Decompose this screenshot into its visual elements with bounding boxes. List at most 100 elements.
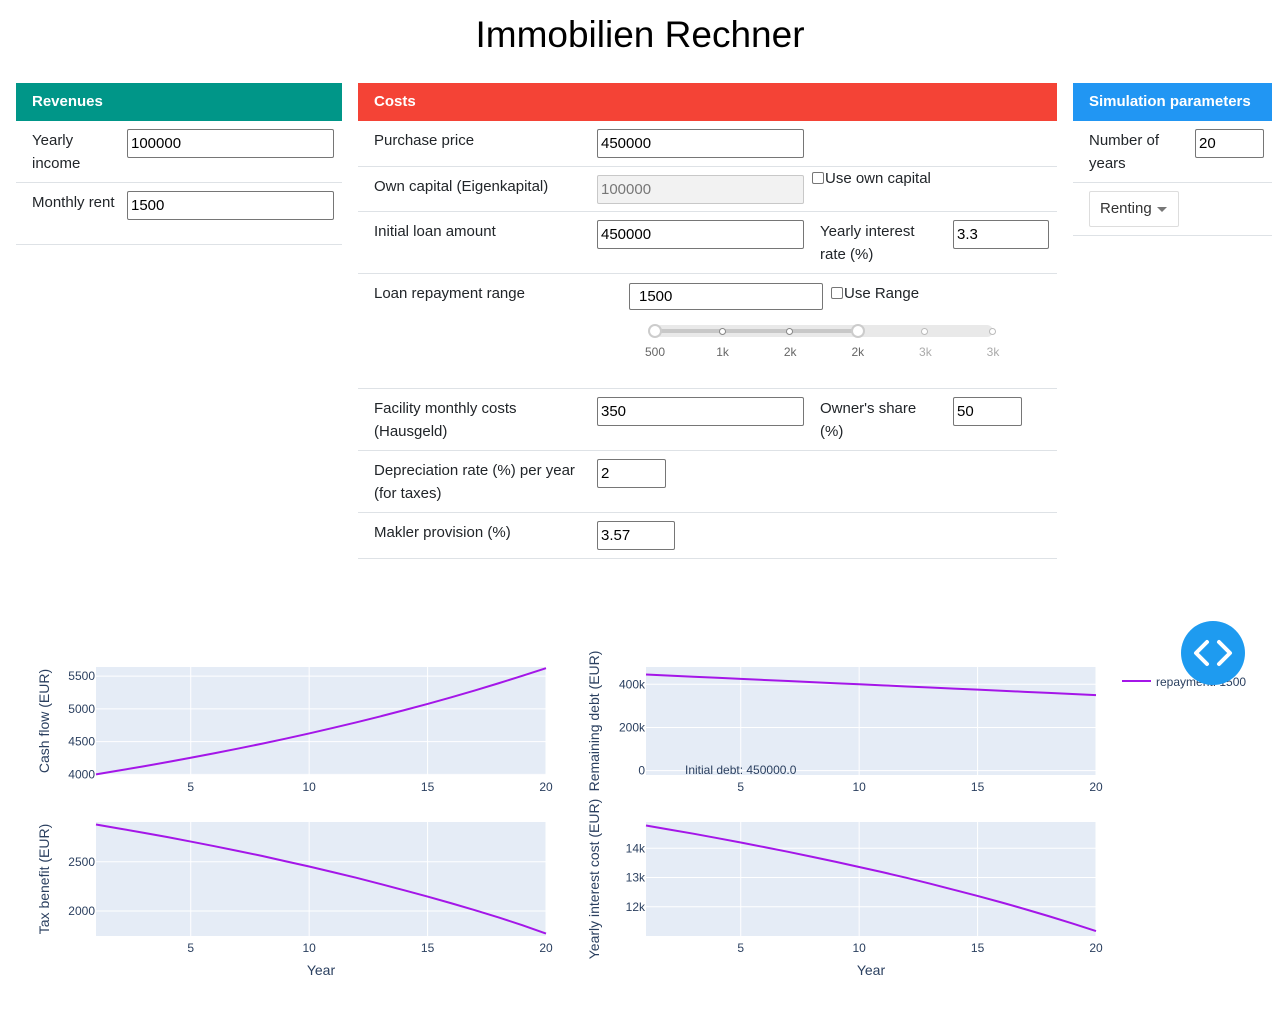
y-tick-label: 14k — [626, 841, 646, 855]
y-tick-label: 4000 — [68, 767, 95, 781]
simulation-header: Simulation parameters — [1073, 83, 1272, 121]
initial-loan-label: Initial loan amount — [374, 223, 496, 240]
monthly-rent-label: Monthly rent — [32, 194, 115, 211]
charts-area: 5 10 15 20 4000 4500 5000 5500 Cash flow (EUR) 5 1… — [36, 651, 1246, 978]
makler-row: Makler provision (%) — [358, 513, 1057, 559]
x-tick-label: 15 — [971, 941, 985, 955]
interest-rate-label: Yearly interest rate (%) — [820, 223, 915, 263]
mode-selected-value: Renting — [1100, 200, 1152, 217]
facility-costs-input[interactable] — [597, 397, 804, 426]
chart-annotation: Initial debt: 450000.0 — [685, 763, 797, 777]
x-tick-label: 5 — [187, 780, 194, 794]
y-tick-label: 12k — [626, 900, 646, 914]
plot-area — [96, 667, 546, 775]
x-axis-title: Year — [307, 962, 336, 978]
revenues-panel: Revenues Yearly income Monthly rent — [16, 83, 342, 245]
checkbox-icon[interactable] — [812, 172, 824, 184]
purchase-price-row: Purchase price — [358, 121, 1057, 167]
x-tick-label: 20 — [1089, 941, 1103, 955]
y-tick-label: 0 — [638, 764, 645, 778]
initial-loan-input[interactable] — [597, 220, 804, 249]
depreciation-label: Depreciation rate (%) per year (for taxe… — [374, 462, 575, 502]
x-tick-label: 15 — [421, 780, 435, 794]
y-tick-label: 200k — [619, 720, 646, 734]
use-own-capital-label: Use own capital — [825, 170, 931, 187]
y-tick-label: 4500 — [68, 735, 95, 749]
plot-area — [96, 822, 546, 936]
y-tick-label: 400k — [619, 677, 646, 691]
y-axis-title: Tax benefit (EUR) — [36, 824, 52, 934]
x-axis-title: Year — [857, 962, 886, 978]
x-tick-label: 10 — [852, 941, 866, 955]
interest-rate-input[interactable] — [953, 220, 1049, 249]
revenues-header: Revenues — [16, 83, 342, 121]
depreciation-input[interactable] — [597, 459, 666, 488]
x-tick-label: 20 — [539, 780, 553, 794]
years-label: Number of years — [1089, 132, 1160, 172]
code-toggle-button[interactable] — [1181, 621, 1245, 685]
slider-mark-label: 1k — [716, 345, 729, 359]
facility-costs-label: Facility monthly costs (Hausgeld) — [374, 400, 517, 440]
slider-step-dot[interactable] — [989, 328, 996, 335]
y-axis-title: Cash flow (EUR) — [36, 669, 52, 773]
y-axis-title: Yearly interest cost (EUR) — [586, 799, 602, 960]
slider-mark-label: 3k — [919, 345, 932, 359]
x-tick-label: 20 — [1089, 780, 1103, 794]
slider-handle[interactable] — [648, 324, 662, 338]
monthly-rent-row: Monthly rent — [16, 183, 342, 245]
own-capital-label: Own capital (Eigenkapital) — [374, 178, 549, 195]
page-title: Immobilien Rechner — [475, 14, 805, 55]
y-tick-label: 13k — [626, 871, 646, 885]
y-tick-label: 2500 — [68, 855, 95, 869]
slider-mark-label: 3k — [986, 345, 1000, 359]
x-tick-label: 15 — [971, 780, 985, 794]
makler-input[interactable] — [597, 521, 675, 550]
x-tick-label: 5 — [737, 780, 744, 794]
initial-loan-row: Initial loan amount Yearly interest rate… — [358, 212, 1057, 274]
use-range-checkbox[interactable]: Use Range — [831, 285, 919, 303]
code-icon — [1194, 640, 1232, 666]
slider-mark-label: 2k — [851, 345, 865, 359]
x-tick-label: 5 — [187, 941, 194, 955]
plot-area — [646, 667, 1096, 775]
x-tick-label: 5 — [737, 941, 744, 955]
checkbox-icon[interactable] — [831, 287, 843, 299]
plot-area — [646, 822, 1096, 936]
makler-label: Makler provision (%) — [374, 524, 511, 541]
slider-handle[interactable] — [850, 324, 865, 338]
yearly-income-row: Yearly income — [16, 121, 342, 183]
purchase-price-input[interactable] — [597, 129, 804, 158]
yearly-income-input[interactable] — [127, 129, 334, 158]
x-tick-label: 15 — [421, 941, 435, 955]
x-tick-label: 10 — [302, 941, 316, 955]
slider-selected-range — [655, 329, 858, 333]
slider-step-dot[interactable] — [718, 328, 726, 335]
y-tick-label: 5500 — [68, 669, 95, 683]
y-tick-label: 2000 — [68, 904, 95, 918]
years-input[interactable] — [1195, 129, 1264, 158]
years-row: Number of years — [1073, 121, 1272, 183]
owners-share-label: Owner's share (%) — [820, 400, 917, 440]
loan-repayment-input[interactable] — [629, 283, 823, 310]
x-tick-label: 10 — [302, 780, 316, 794]
use-own-capital-checkbox[interactable]: Use own capital — [812, 170, 931, 188]
purchase-price-label: Purchase price — [374, 132, 475, 149]
yearly-income-label: Yearly income — [32, 132, 81, 172]
x-tick-label: 20 — [539, 941, 553, 955]
slider-mark-label: 2k — [783, 345, 797, 359]
owners-share-input[interactable] — [953, 397, 1022, 426]
y-axis-title: Remaining debt (EUR) — [586, 651, 602, 792]
x-tick-label: 10 — [852, 780, 866, 794]
costs-header: Costs — [358, 83, 1057, 121]
own-capital-input — [597, 175, 804, 204]
slider-mark-label: 500 — [644, 345, 666, 359]
own-capital-row: Own capital (Eigenkapital) Use own capit… — [358, 167, 1057, 212]
loan-repayment-label: Loan repayment range — [374, 285, 525, 302]
costs-panel: Costs Purchase price Own capital (Eigenk… — [358, 83, 1057, 559]
use-range-label: Use Range — [844, 285, 920, 302]
y-tick-label: 5000 — [68, 702, 95, 716]
caret-down-icon[interactable] — [1157, 207, 1167, 212]
facility-costs-row: Facility monthly costs (Hausgeld) Owner'… — [358, 389, 1057, 451]
depreciation-row: Depreciation rate (%) per year (for taxe… — [358, 451, 1057, 513]
monthly-rent-input[interactable] — [127, 191, 334, 220]
